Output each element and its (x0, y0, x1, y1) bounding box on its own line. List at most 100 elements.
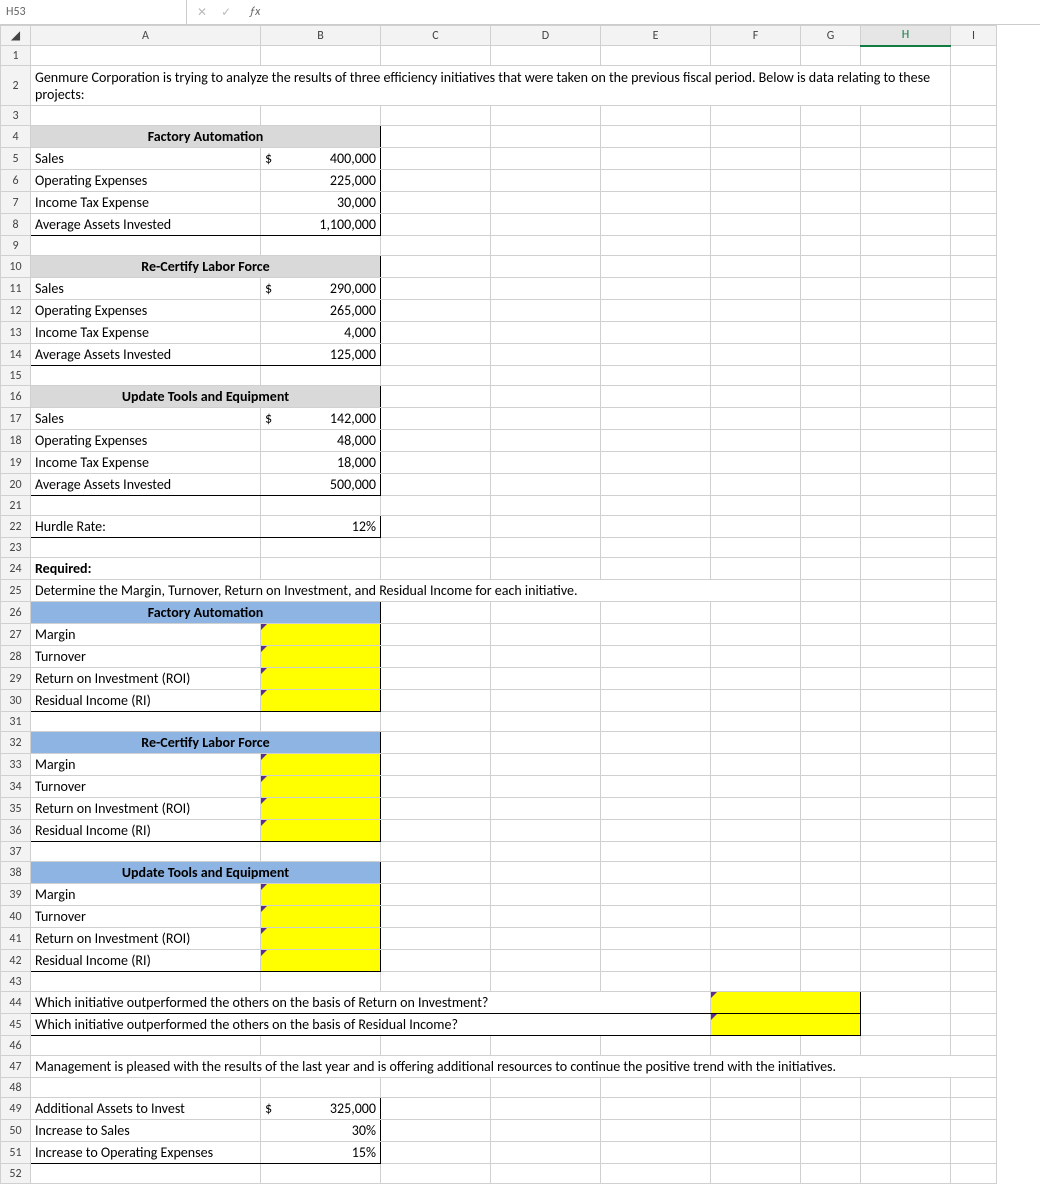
cell[interactable]: Increase to Operating Expenses (31, 1142, 261, 1164)
row-header[interactable]: 10 (1, 256, 31, 278)
cell[interactable]: 142,000 (261, 408, 381, 430)
cell[interactable]: Income Tax Expense (31, 192, 261, 214)
cell[interactable]: Income Tax Expense (31, 452, 261, 474)
cell[interactable]: 400,000 (261, 148, 381, 170)
answer-cell[interactable] (261, 624, 381, 646)
row-header[interactable]: 33 (1, 754, 31, 776)
row-header[interactable]: 12 (1, 300, 31, 322)
row-header[interactable]: 44 (1, 992, 31, 1014)
cell[interactable]: Turnover (31, 776, 261, 798)
cell[interactable]: Additional Assets to Invest (31, 1098, 261, 1120)
col-header-I[interactable]: I (951, 26, 997, 46)
row-header[interactable]: 46 (1, 1036, 31, 1056)
cell[interactable]: 30% (261, 1120, 381, 1142)
cell[interactable]: Residual Income (RI) (31, 950, 261, 972)
cell[interactable]: Turnover (31, 646, 261, 668)
row-header[interactable]: 1 (1, 46, 31, 66)
answer-cell[interactable] (261, 884, 381, 906)
select-all-corner[interactable]: ◢ (1, 26, 31, 46)
col-header-H[interactable]: H (861, 26, 951, 46)
cell[interactable]: 290,000 (261, 278, 381, 300)
row-header[interactable]: 29 (1, 668, 31, 690)
cell[interactable]: Hurdle Rate: (31, 516, 261, 538)
row-header[interactable]: 19 (1, 452, 31, 474)
answer-cell[interactable] (261, 776, 381, 798)
row-header[interactable]: 16 (1, 386, 31, 408)
cell[interactable]: 18,000 (261, 452, 381, 474)
answer-cell[interactable] (711, 992, 861, 1014)
row-header[interactable]: 30 (1, 690, 31, 712)
cell[interactable]: Average Assets Invested (31, 474, 261, 496)
row-header[interactable]: 5 (1, 148, 31, 170)
row-header[interactable]: 39 (1, 884, 31, 906)
question-ri[interactable]: Which initiative outperformed the others… (31, 1014, 711, 1036)
cell[interactable]: 1,100,000 (261, 214, 381, 236)
row-header[interactable]: 26 (1, 602, 31, 624)
determine-text[interactable]: Determine the Margin, Turnover, Return o… (31, 580, 801, 602)
question-roi[interactable]: Which initiative outperformed the others… (31, 992, 711, 1014)
cell[interactable]: 15% (261, 1142, 381, 1164)
cell[interactable]: 500,000 (261, 474, 381, 496)
answer-cell[interactable] (261, 950, 381, 972)
col-header-F[interactable]: F (711, 26, 801, 46)
row-header[interactable]: 47 (1, 1056, 31, 1078)
cell[interactable]: 4,000 (261, 322, 381, 344)
row-header[interactable]: 38 (1, 862, 31, 884)
row-header[interactable]: 22 (1, 516, 31, 538)
answer-cell[interactable] (261, 668, 381, 690)
row-header[interactable]: 13 (1, 322, 31, 344)
section-header-fa[interactable]: Factory Automation (31, 126, 381, 148)
cell[interactable]: 125,000 (261, 344, 381, 366)
row-header[interactable]: 50 (1, 1120, 31, 1142)
cell[interactable]: Increase to Sales (31, 1120, 261, 1142)
cell[interactable]: Return on Investment (ROI) (31, 798, 261, 820)
row-header[interactable]: 34 (1, 776, 31, 798)
row-header[interactable]: 32 (1, 732, 31, 754)
answer-cell[interactable] (261, 690, 381, 712)
row-header[interactable]: 14 (1, 344, 31, 366)
cell[interactable]: Average Assets Invested (31, 214, 261, 236)
cell[interactable]: 325,000 (261, 1098, 381, 1120)
cell[interactable]: Operating Expenses (31, 170, 261, 192)
row-header[interactable]: 2 (1, 66, 31, 106)
cell[interactable]: Margin (31, 884, 261, 906)
row-header[interactable]: 6 (1, 170, 31, 192)
row-header[interactable]: 42 (1, 950, 31, 972)
row-header[interactable]: 27 (1, 624, 31, 646)
row-header[interactable]: 40 (1, 906, 31, 928)
col-header-B[interactable]: B (261, 26, 381, 46)
cell[interactable]: Income Tax Expense (31, 322, 261, 344)
col-header-D[interactable]: D (491, 26, 601, 46)
row-header[interactable]: 45 (1, 1014, 31, 1036)
row-header[interactable]: 35 (1, 798, 31, 820)
cell[interactable]: Return on Investment (ROI) (31, 928, 261, 950)
calc-header-rc[interactable]: Re-Certify Labor Force (31, 732, 381, 754)
row-header[interactable]: 31 (1, 712, 31, 732)
mgmt-text[interactable]: Management is pleased with the results o… (31, 1056, 997, 1078)
row-header[interactable]: 21 (1, 496, 31, 516)
row-header[interactable]: 41 (1, 928, 31, 950)
col-header-G[interactable]: G (801, 26, 861, 46)
answer-cell[interactable] (261, 646, 381, 668)
answer-cell[interactable] (711, 1014, 861, 1036)
row-header[interactable]: 7 (1, 192, 31, 214)
name-box[interactable]: H53 (0, 0, 187, 24)
answer-cell[interactable] (261, 798, 381, 820)
answer-cell[interactable] (261, 928, 381, 950)
cell[interactable]: Sales (31, 278, 261, 300)
cell[interactable]: 12% (261, 516, 381, 538)
cell[interactable]: 265,000 (261, 300, 381, 322)
row-header[interactable]: 48 (1, 1078, 31, 1098)
cell[interactable]: 225,000 (261, 170, 381, 192)
answer-cell[interactable] (261, 906, 381, 928)
cell[interactable]: Sales (31, 408, 261, 430)
col-header-E[interactable]: E (601, 26, 711, 46)
intro-text[interactable]: Genmure Corporation is trying to analyze… (31, 66, 951, 106)
answer-cell[interactable] (261, 820, 381, 842)
row-header[interactable]: 15 (1, 366, 31, 386)
row-header[interactable]: 49 (1, 1098, 31, 1120)
row-header[interactable]: 37 (1, 842, 31, 862)
cell[interactable]: Residual Income (RI) (31, 820, 261, 842)
calc-header-fa[interactable]: Factory Automation (31, 602, 381, 624)
row-header[interactable]: 51 (1, 1142, 31, 1164)
